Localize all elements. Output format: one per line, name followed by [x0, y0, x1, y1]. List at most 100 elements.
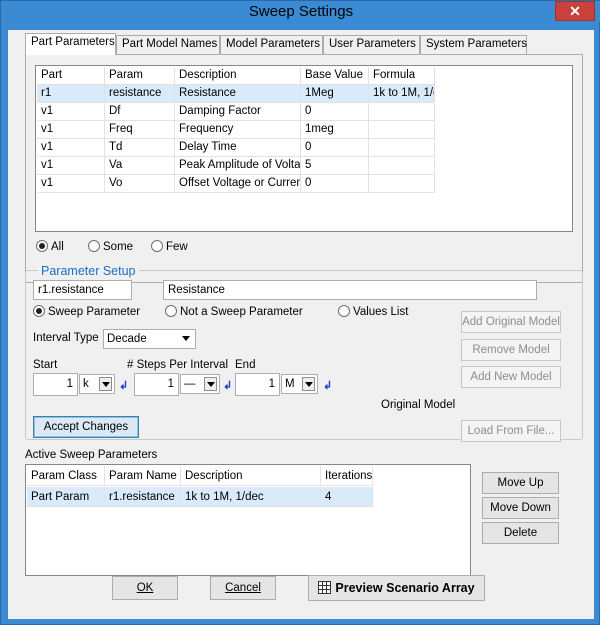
part-parameters-table[interactable]: Part Param Description Base Value Formul…	[35, 65, 573, 232]
cell-description: Resistance	[175, 85, 301, 103]
start-unit-select[interactable]: k	[79, 374, 115, 394]
delete-button[interactable]: Delete	[482, 522, 559, 544]
start-label: Start	[33, 359, 58, 371]
cell-base-value: 0	[301, 139, 369, 157]
chevron-down-icon	[180, 332, 193, 346]
cell-formula	[369, 121, 435, 139]
cell-part: r1	[37, 85, 105, 103]
parameter-description-field[interactable]: Resistance	[163, 280, 537, 300]
chevron-down-icon	[302, 377, 315, 391]
move-up-button[interactable]: Move Up	[482, 472, 559, 494]
steps-unit-select[interactable]: —	[180, 374, 220, 394]
cell-part: v1	[37, 139, 105, 157]
radio-unselected-icon	[151, 240, 163, 252]
interval-type-label: Interval Type	[33, 332, 99, 344]
filter-all-radio[interactable]: All	[36, 240, 64, 254]
cell-param-name: r1.resistance	[105, 487, 181, 507]
column-header-param-name[interactable]: Param Name	[105, 466, 181, 486]
not-sweep-parameter-label: Not a Sweep Parameter	[180, 306, 303, 318]
end-unit-select[interactable]: M	[281, 374, 318, 394]
cell-description: Frequency	[175, 121, 301, 139]
cell-param: Vo	[105, 175, 175, 193]
cell-param-class: Part Param	[27, 487, 105, 507]
column-header-description[interactable]: Description	[175, 67, 301, 85]
cell-base-value: 1meg	[301, 121, 369, 139]
steps-value-field[interactable]: 1	[134, 373, 179, 396]
column-header-param-class[interactable]: Param Class	[27, 466, 105, 486]
remove-model-button[interactable]: Remove Model	[461, 339, 561, 361]
end-label: End	[235, 359, 256, 371]
cell-description: Offset Voltage or Current	[175, 175, 301, 193]
cell-base-value: 1Meg	[301, 85, 369, 103]
close-button[interactable]: ✕	[555, 1, 595, 21]
start-unit-value: k	[83, 378, 89, 390]
cancel-label: Cancel	[225, 582, 261, 594]
load-from-file-button[interactable]: Load From File...	[461, 420, 561, 442]
cell-formula	[369, 139, 435, 157]
filter-some-radio[interactable]: Some	[88, 240, 133, 254]
tab-model-parameters[interactable]: Model Parameters	[220, 35, 323, 54]
filter-few-label: Few	[166, 241, 188, 253]
start-value-field[interactable]: 1	[33, 373, 78, 396]
radio-unselected-icon	[88, 240, 100, 252]
cell-param: resistance	[105, 85, 175, 103]
column-header-part[interactable]: Part	[37, 67, 105, 85]
end-unit-value: M	[285, 378, 295, 390]
tab-system-parameters[interactable]: System Parameters	[420, 35, 527, 54]
column-header-base-value[interactable]: Base Value	[301, 67, 369, 85]
cell-iterations: 4	[321, 487, 373, 507]
tab-part-parameters[interactable]: Part Parameters	[25, 33, 116, 55]
preview-scenario-array-button[interactable]: Preview Scenario Array	[308, 575, 485, 601]
cell-param: Df	[105, 103, 175, 121]
part-parameters-panel: Part Param Description Base Value Formul…	[25, 54, 583, 283]
sweep-parameter-radio[interactable]: Sweep Parameter	[33, 305, 140, 319]
column-header-param[interactable]: Param	[105, 67, 175, 85]
window-title: Sweep Settings	[248, 3, 354, 20]
active-sweep-parameters-table[interactable]: Param Class Param Name Description Itera…	[25, 464, 471, 576]
dialog-client-area: Part Parameters Part Model Names Model P…	[8, 30, 594, 619]
active-sweep-parameters-label: Active Sweep Parameters	[25, 449, 158, 461]
sweep-parameter-label: Sweep Parameter	[48, 306, 141, 318]
table-grid-icon	[318, 581, 332, 594]
move-down-button[interactable]: Move Down	[482, 497, 559, 519]
cell-param: Va	[105, 157, 175, 175]
cell-part: v1	[37, 103, 105, 121]
accept-changes-button[interactable]: Accept Changes	[33, 416, 139, 438]
radio-selected-icon	[33, 305, 45, 317]
cell-formula	[369, 103, 435, 121]
radio-selected-icon	[36, 240, 48, 252]
apply-steps-icon[interactable]: ↲	[223, 381, 232, 392]
apply-end-icon[interactable]: ↲	[323, 381, 332, 392]
add-new-model-button[interactable]: Add New Model	[461, 366, 561, 388]
end-value-field[interactable]: 1	[235, 373, 280, 396]
filter-few-radio[interactable]: Few	[151, 240, 188, 254]
apply-start-icon[interactable]: ↲	[119, 381, 128, 392]
ok-button[interactable]: OK	[112, 576, 178, 600]
filter-all-label: All	[51, 241, 64, 253]
steps-per-interval-label: # Steps Per Interval	[127, 359, 228, 371]
title-bar[interactable]: Sweep Settings ✕	[1, 1, 600, 23]
tab-user-parameters[interactable]: User Parameters	[323, 35, 420, 54]
add-original-model-button[interactable]: Add Original Model	[461, 311, 561, 333]
radio-unselected-icon	[165, 305, 177, 317]
chevron-down-icon	[204, 377, 217, 391]
column-header-formula[interactable]: Formula	[369, 67, 435, 85]
column-header-description[interactable]: Description	[181, 466, 321, 486]
cell-part: v1	[37, 175, 105, 193]
cell-base-value: 0	[301, 175, 369, 193]
cell-formula: 1k to 1M, 1/d	[369, 85, 435, 103]
cancel-button[interactable]: Cancel	[210, 576, 276, 600]
parameter-name-field[interactable]: r1.resistance	[33, 280, 132, 300]
cell-description: Delay Time	[175, 139, 301, 157]
interval-type-value: Decade	[107, 333, 147, 345]
interval-type-select[interactable]: Decade	[103, 329, 196, 349]
cell-base-value: 0	[301, 103, 369, 121]
parameter-setup-legend: Parameter Setup	[38, 264, 139, 278]
cell-formula	[369, 175, 435, 193]
column-header-iterations[interactable]: Iterations	[321, 466, 373, 486]
cell-part: v1	[37, 121, 105, 139]
values-list-radio[interactable]: Values List	[338, 305, 408, 319]
not-sweep-parameter-radio[interactable]: Not a Sweep Parameter	[165, 305, 303, 319]
cell-description: 1k to 1M, 1/dec	[181, 487, 321, 507]
tab-part-model-names[interactable]: Part Model Names	[116, 35, 220, 54]
